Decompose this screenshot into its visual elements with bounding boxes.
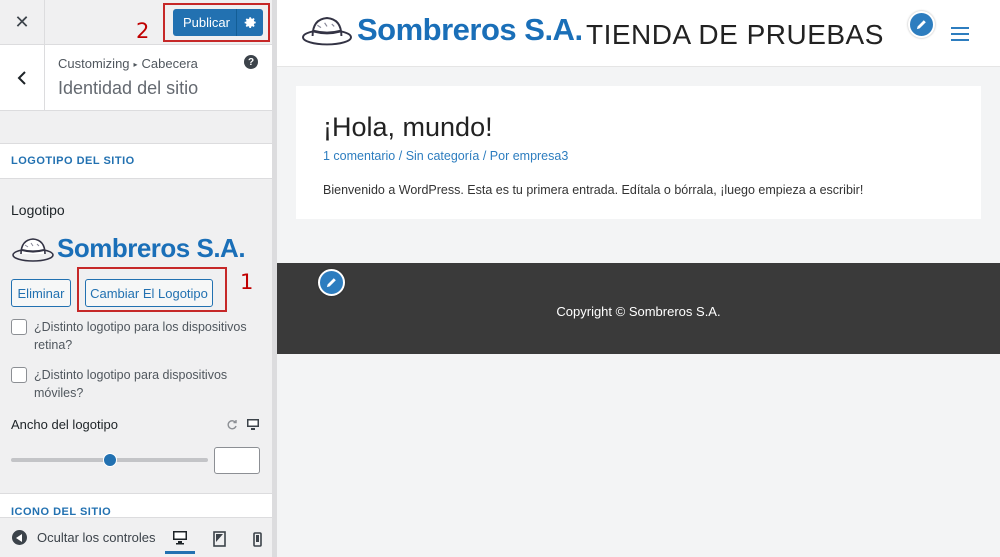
section-title: Identidad del sitio bbox=[58, 78, 199, 98]
hat-logo-icon bbox=[302, 17, 352, 46]
logo-label: Logotipo bbox=[11, 202, 65, 218]
post-meta: 1 comentario / Sin categoría / Por empre… bbox=[323, 149, 568, 163]
post-excerpt: Bienvenido a WordPress. Esta es tu prime… bbox=[323, 183, 864, 197]
mobile-logo-label: ¿Distinto logotipo para dispositivos móv… bbox=[34, 368, 228, 400]
logo-preview: Sombreros S.A. bbox=[11, 233, 246, 264]
copyright-text: Copyright © Sombreros S.A. bbox=[556, 304, 721, 319]
customizer-header: ✕ 2 Publicar bbox=[0, 0, 272, 45]
step-1-annotation: 1 bbox=[240, 270, 254, 294]
comments-link[interactable]: 1 comentario bbox=[323, 149, 395, 163]
mobile-logo-option[interactable]: ¿Distinto logotipo para dispositivos móv… bbox=[11, 366, 264, 402]
close-customizer-button[interactable]: ✕ bbox=[0, 0, 45, 44]
change-logo-button[interactable]: Cambiar El Logotipo bbox=[85, 279, 213, 307]
hat-logo-icon bbox=[12, 238, 54, 262]
step-2-annotation: 2 bbox=[136, 19, 150, 43]
help-icon[interactable]: ? bbox=[244, 55, 258, 69]
breadcrumb-parent: Cabecera bbox=[141, 56, 198, 71]
desktop-icon bbox=[173, 531, 187, 545]
pencil-icon bbox=[916, 20, 926, 30]
preview-tablet-button[interactable] bbox=[204, 524, 234, 554]
logo-width-slider-handle[interactable] bbox=[103, 453, 117, 467]
retina-logo-option[interactable]: ¿Distinto logotipo para los dispositivos… bbox=[11, 318, 264, 354]
section-title-bar: Customizing ▸ Cabecera Identidad del sitio… bbox=[0, 45, 272, 111]
site-footer: Copyright © Sombreros S.A. bbox=[277, 263, 1000, 354]
close-icon: ✕ bbox=[14, 11, 30, 32]
back-button[interactable] bbox=[0, 45, 45, 110]
customizer-footer: Ocultar los controles bbox=[0, 517, 272, 557]
customizer-sidebar: ✕ 2 Publicar Customizing ▸ Cabecera Identi… bbox=[0, 0, 272, 557]
post-title[interactable]: ¡Hola, mundo! bbox=[323, 112, 493, 143]
publish-label: Publicar bbox=[183, 15, 230, 30]
mobile-logo-checkbox[interactable] bbox=[11, 367, 27, 383]
retina-logo-label: ¿Distinto logotipo para los dispositivos… bbox=[34, 320, 247, 352]
remove-logo-button[interactable]: Eliminar bbox=[11, 279, 71, 307]
breadcrumb: Customizing ▸ Cabecera bbox=[58, 56, 198, 71]
post-card: ¡Hola, mundo! 1 comentario / Sin categor… bbox=[296, 86, 981, 219]
collapse-arrow-icon bbox=[12, 530, 27, 545]
logo-width-input[interactable] bbox=[214, 447, 260, 474]
hamburger-line bbox=[951, 27, 969, 29]
collapse-controls-label: Ocultar los controles bbox=[37, 530, 156, 545]
pencil-icon bbox=[326, 278, 336, 288]
meta-separator: / bbox=[395, 149, 406, 163]
edit-header-shortcut[interactable] bbox=[908, 11, 935, 38]
chevron-left-icon bbox=[17, 70, 26, 85]
edit-footer-shortcut[interactable] bbox=[318, 269, 345, 296]
publish-button[interactable]: Publicar bbox=[173, 9, 263, 36]
breadcrumb-separator-icon: ▸ bbox=[133, 60, 138, 69]
logo-width-label: Ancho del logotipo bbox=[11, 417, 118, 432]
reset-icon[interactable] bbox=[226, 419, 238, 431]
site-preview: Sombreros S.A. TIENDA DE PRUEBAS ¡Hola, … bbox=[277, 0, 1000, 557]
site-logo-text: Sombreros S.A. bbox=[357, 12, 583, 47]
mobile-icon bbox=[252, 531, 262, 547]
menu-toggle[interactable] bbox=[951, 27, 969, 41]
meta-by: / Por bbox=[479, 149, 513, 163]
logo-text: Sombreros S.A. bbox=[57, 233, 246, 263]
site-logo[interactable]: Sombreros S.A. bbox=[299, 12, 583, 48]
desktop-icon[interactable] bbox=[246, 418, 260, 431]
category-link[interactable]: Sin categoría bbox=[406, 149, 480, 163]
preview-mobile-button[interactable] bbox=[242, 524, 272, 554]
breadcrumb-root: Customizing bbox=[58, 56, 130, 71]
author-link[interactable]: empresa3 bbox=[513, 149, 569, 163]
hamburger-line bbox=[951, 39, 969, 41]
gear-icon[interactable] bbox=[237, 16, 263, 29]
site-header: Sombreros S.A. TIENDA DE PRUEBAS bbox=[277, 0, 1000, 67]
preview-desktop-button[interactable] bbox=[165, 524, 195, 554]
site-tagline: TIENDA DE PRUEBAS bbox=[586, 19, 884, 50]
retina-logo-checkbox[interactable] bbox=[11, 319, 27, 335]
hamburger-line bbox=[951, 33, 969, 35]
logo-group-heading: Logotipo del sitio bbox=[0, 143, 272, 179]
tablet-icon bbox=[212, 531, 226, 547]
collapse-controls-button[interactable]: Ocultar los controles bbox=[12, 530, 156, 545]
